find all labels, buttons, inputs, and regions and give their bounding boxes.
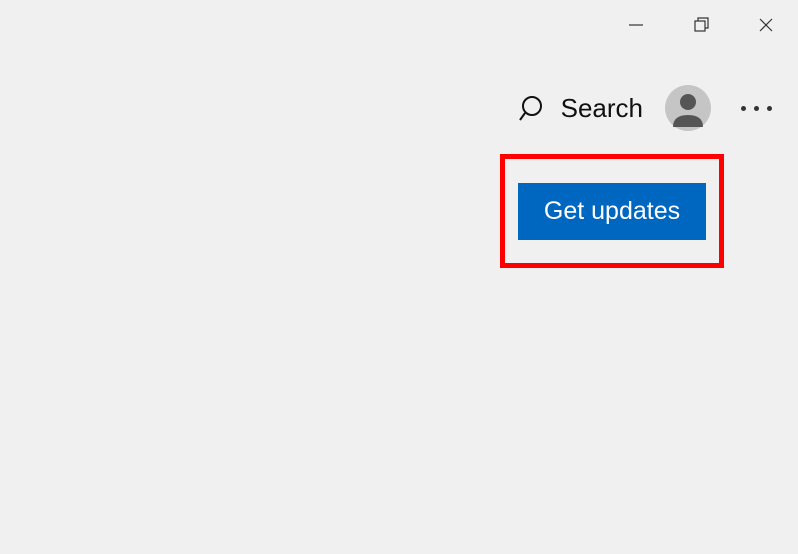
dot-icon [741, 106, 746, 111]
window-controls [603, 0, 798, 50]
close-button[interactable] [733, 0, 798, 50]
minimize-button[interactable] [603, 0, 668, 50]
user-icon [665, 85, 711, 131]
maximize-icon [692, 16, 710, 34]
dot-icon [754, 106, 759, 111]
more-options-button[interactable] [733, 98, 780, 119]
dot-icon [767, 106, 772, 111]
minimize-icon [627, 16, 645, 34]
close-icon [757, 16, 775, 34]
highlight-annotation: Get updates [500, 154, 724, 268]
search-input[interactable]: Search [519, 93, 643, 124]
get-updates-button[interactable]: Get updates [518, 183, 706, 240]
search-label: Search [561, 93, 643, 124]
search-icon [519, 93, 549, 123]
maximize-button[interactable] [668, 0, 733, 50]
user-avatar-button[interactable] [665, 85, 711, 131]
toolbar: Search [519, 85, 780, 131]
